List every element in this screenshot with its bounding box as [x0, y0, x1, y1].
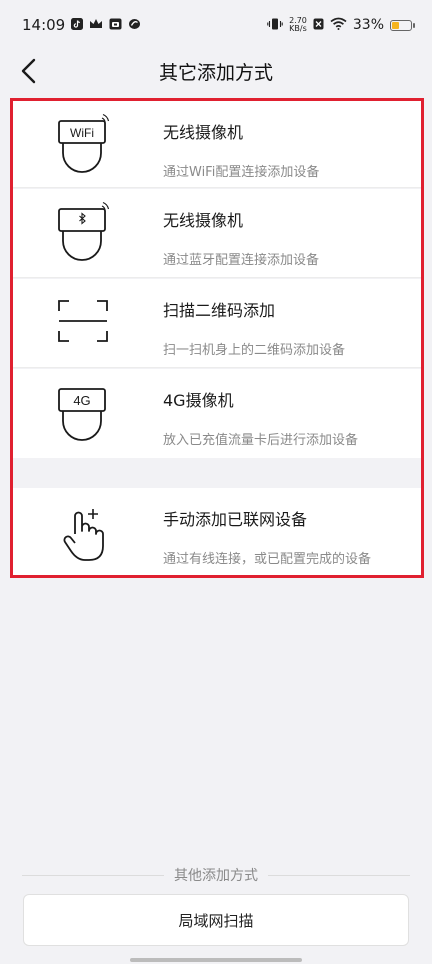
option-title: 无线摄像机: [163, 211, 244, 230]
option-title: 4G摄像机: [163, 391, 234, 410]
other-methods-divider: 其他添加方式: [22, 864, 410, 886]
status-bar: 14:09 2.70 KB/s 33%: [0, 0, 432, 50]
no-sim-icon: [313, 18, 324, 33]
option-text: 无线摄像机 通过WiFi配置连接添加设备: [163, 119, 319, 180]
option-title: 扫描二维码添加: [163, 301, 276, 320]
net-speed-unit: KB/s: [289, 24, 307, 33]
divider-line: [22, 874, 164, 876]
chevron-left-icon: [21, 58, 36, 84]
status-right: 2.70 KB/s 33%: [267, 17, 415, 33]
option-subtitle: 扫一扫机身上的二维码添加设备: [163, 343, 346, 358]
option-text: 扫描二维码添加 扫一扫机身上的二维码添加设备: [163, 297, 345, 358]
crown-icon: [89, 18, 103, 33]
option-wifi-camera[interactable]: WiFi 无线摄像机 通过WiFi配置连接添加设备: [13, 101, 421, 188]
wifi-camera-icon: WiFi: [53, 113, 113, 175]
option-title: 手动添加已联网设备: [163, 510, 308, 529]
bluetooth-camera-icon: [53, 201, 113, 263]
option-text: 4G摄像机 放入已充值流量卡后进行添加设备: [163, 387, 358, 448]
page-title: 其它添加方式: [158, 61, 273, 84]
option-manual-add[interactable]: 手动添加已联网设备 通过有线连接，或已配置完成的设备: [13, 488, 421, 575]
option-text: 无线摄像机 通过蓝牙配置连接添加设备: [163, 207, 319, 268]
status-time: 14:09: [22, 16, 66, 34]
option-scan-qr[interactable]: 扫描二维码添加 扫一扫机身上的二维码添加设备: [13, 279, 421, 368]
option-title: 无线摄像机: [163, 123, 244, 142]
home-indicator[interactable]: [130, 958, 302, 962]
option-text: 手动添加已联网设备 通过有线连接，或已配置完成的设备: [163, 506, 371, 567]
wifi-icon: [330, 17, 347, 33]
option-subtitle: 通过蓝牙配置连接添加设备: [163, 253, 320, 268]
battery-fill: [392, 21, 399, 29]
qr-scan-icon: [53, 291, 113, 353]
back-button[interactable]: [14, 56, 44, 86]
add-method-list: WiFi 无线摄像机 通过WiFi配置连接添加设备 无线摄像机 通过蓝牙配置连接…: [10, 98, 424, 578]
net-speed: 2.70 KB/s: [289, 17, 307, 33]
4g-camera-icon-label: 4G: [73, 393, 90, 408]
battery-icon: [390, 19, 415, 31]
option-subtitle: 通过WiFi配置连接添加设备: [163, 165, 320, 180]
option-4g-camera[interactable]: 4G 4G摄像机 放入已充值流量卡后进行添加设备: [13, 369, 421, 458]
nav-bar: 其它添加方式: [0, 50, 432, 92]
battery-percent: 33%: [352, 17, 384, 33]
swirl-icon: [128, 18, 141, 33]
hand-tap-icon: [53, 500, 113, 562]
store-icon: [109, 18, 122, 33]
lan-scan-button[interactable]: 局域网扫描: [23, 894, 409, 946]
option-subtitle: 通过有线连接，或已配置完成的设备: [163, 552, 372, 567]
divider-line: [268, 874, 410, 876]
4g-camera-icon: 4G: [53, 381, 113, 443]
vibrate-icon: [267, 18, 283, 33]
status-left: 14:09: [22, 16, 141, 34]
other-methods-label: 其他添加方式: [174, 868, 258, 884]
wifi-camera-icon-label: WiFi: [70, 126, 94, 140]
option-bluetooth-camera[interactable]: 无线摄像机 通过蓝牙配置连接添加设备: [13, 189, 421, 278]
tiktok-icon: [71, 17, 84, 33]
option-subtitle: 放入已充值流量卡后进行添加设备: [163, 433, 359, 448]
